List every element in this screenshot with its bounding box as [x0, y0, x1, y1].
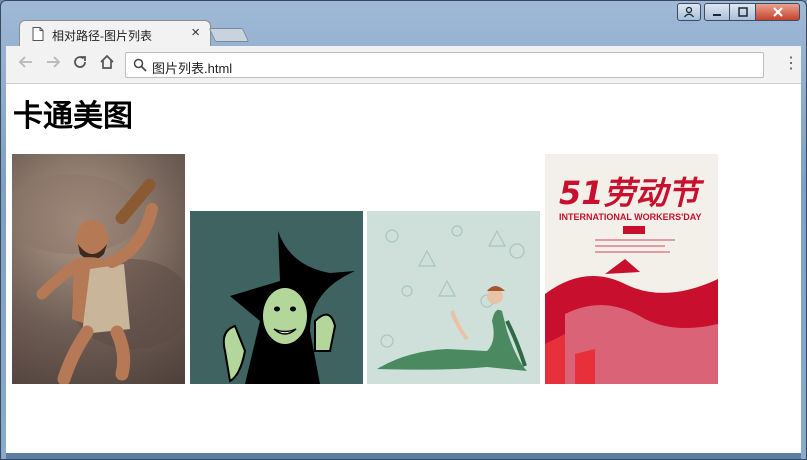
lady-image: [367, 211, 540, 384]
reload-icon[interactable]: [70, 54, 90, 74]
address-bar[interactable]: 图片列表.html: [125, 52, 764, 78]
search-icon: [133, 58, 147, 72]
minimize-icon[interactable]: [704, 3, 730, 21]
menu-dots-icon[interactable]: ⋮: [783, 55, 799, 73]
new-tab-button[interactable]: [208, 28, 250, 42]
browser-toolbar: 图片列表.html ⋮: [6, 46, 801, 84]
witch-image: [190, 211, 363, 384]
window-controls: [677, 3, 800, 21]
home-icon[interactable]: [97, 54, 117, 74]
document-icon: [32, 27, 44, 41]
tab-title: 相对路径-图片列表: [52, 29, 152, 43]
close-icon[interactable]: ×: [191, 24, 200, 42]
address-url: 图片列表.html: [152, 61, 233, 76]
browser-window: 相对路径-图片列表 × 图片列表.html ⋮ 卡通美图 51劳动节 INTER…: [0, 0, 807, 460]
back-arrow-icon[interactable]: [16, 54, 36, 74]
maximize-icon[interactable]: [730, 3, 756, 21]
poster-subtitle: INTERNATIONAL WORKERS'DAY: [559, 212, 701, 222]
browser-tab[interactable]: 相对路径-图片列表 ×: [19, 20, 211, 47]
title-bar: 相对路径-图片列表 ×: [1, 1, 806, 47]
caveman-image: [12, 154, 185, 384]
poster-title: 51劳动节: [559, 174, 705, 212]
page-viewport: 卡通美图 51劳动节 INTERNATIONAL WORKERS'DAY: [6, 84, 801, 453]
window-bottom-edge: [6, 453, 801, 459]
page-heading: 卡通美图: [13, 99, 133, 134]
poster-image: 51劳动节 INTERNATIONAL WORKERS'DAY: [545, 154, 718, 384]
window-close-icon[interactable]: [756, 3, 800, 21]
user-icon[interactable]: [677, 3, 701, 21]
forward-arrow-icon[interactable]: [43, 54, 63, 74]
